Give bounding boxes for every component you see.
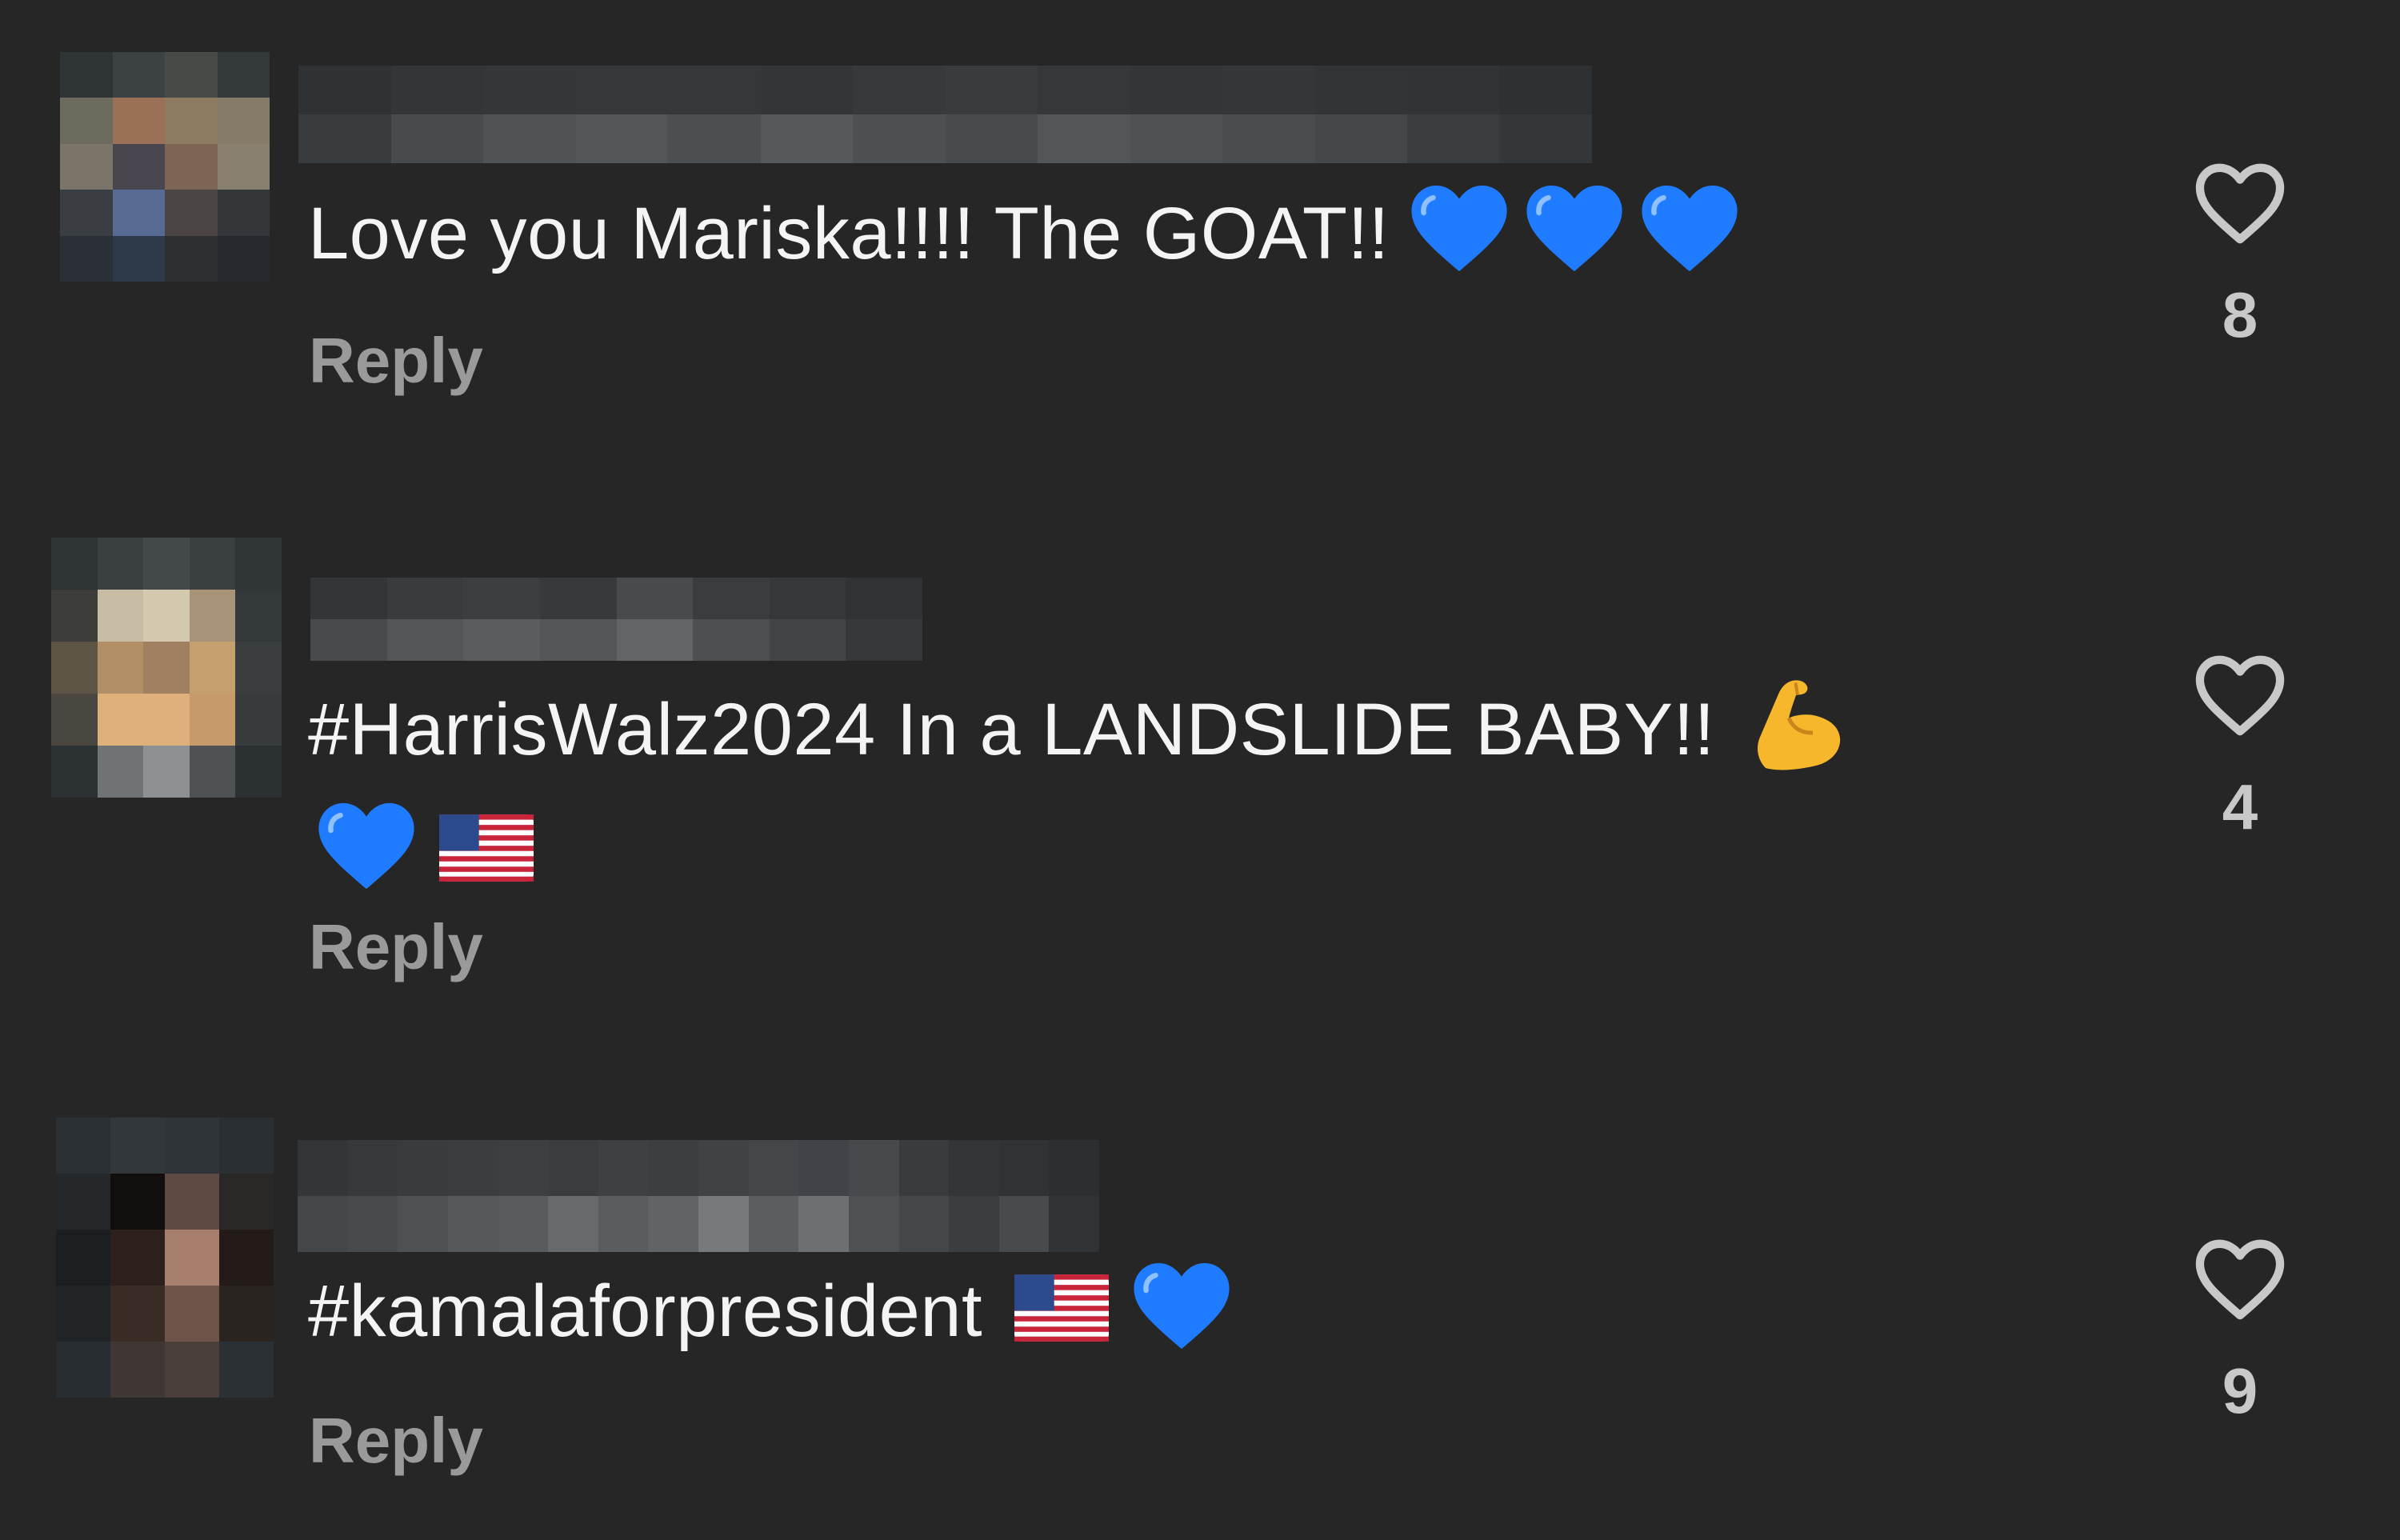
username-redacted[interactable] [298, 66, 1592, 163]
username-redacted[interactable] [310, 578, 922, 661]
blue-heart-icon [314, 798, 418, 915]
comment-text: Love you Mariska!!!! The GOAT!! [308, 180, 1742, 298]
comment-body-line2 [308, 798, 1850, 915]
like-count: 8 [2222, 279, 2258, 350]
flexed-biceps-icon [1746, 672, 1850, 798]
like-control: 9 [2184, 1236, 2296, 1428]
like-control: 8 [2184, 160, 2296, 352]
blue-heart-icon [1130, 1258, 1234, 1375]
reply-button[interactable]: Reply [309, 1404, 483, 1478]
blue-heart-icon [1522, 180, 1626, 298]
reply-button[interactable]: Reply [309, 324, 483, 398]
like-count: 9 [2222, 1355, 2258, 1426]
heart-outline-icon[interactable] [2192, 1236, 2288, 1322]
comment-body: Love you Mariska!!!! The GOAT!! [308, 192, 1390, 274]
comment-text: #kamalaforpresident [308, 1258, 1234, 1375]
avatar[interactable] [51, 538, 282, 798]
heart-outline-icon[interactable] [2192, 652, 2288, 738]
blue-heart-icon [1407, 180, 1511, 298]
comment-body: #kamalaforpresident [308, 1270, 983, 1352]
like-control: 4 [2184, 652, 2296, 844]
us-flag-icon [1014, 1270, 1110, 1363]
heart-outline-icon[interactable] [2192, 160, 2288, 246]
reply-button[interactable]: Reply [309, 910, 483, 984]
like-count: 4 [2222, 771, 2258, 842]
comment-text: #HarrisWalz2024 In a LANDSLIDE BABY!! [308, 672, 1850, 915]
username-redacted[interactable] [298, 1140, 1099, 1252]
comment-body: #HarrisWalz2024 In a LANDSLIDE BABY!! [308, 688, 1715, 770]
blue-heart-icon [1638, 180, 1742, 298]
avatar[interactable] [60, 52, 270, 282]
avatar[interactable] [56, 1118, 274, 1398]
us-flag-icon [439, 810, 534, 903]
